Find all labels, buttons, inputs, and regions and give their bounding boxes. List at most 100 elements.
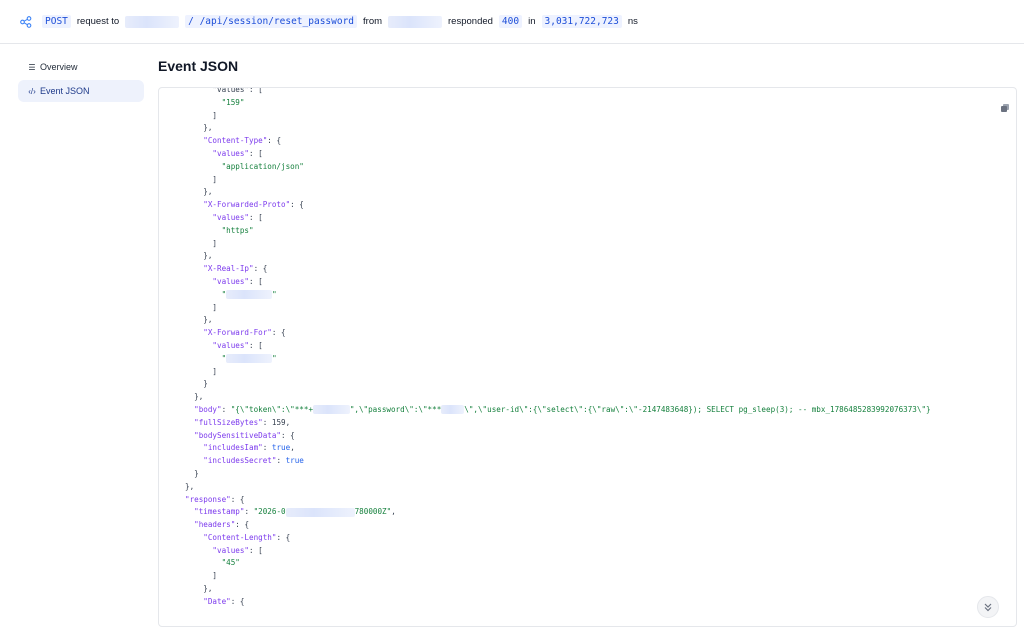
code-line: "45" [185, 557, 931, 570]
code-token: "values" [185, 212, 250, 222]
duration-unit: ns [627, 16, 638, 27]
code-token: true [285, 456, 304, 466]
code-token: true [271, 443, 291, 453]
code-token: : [ [249, 276, 263, 286]
code-line: }, [185, 250, 931, 263]
sidebar: ☰ Overview ‹/› Event JSON [18, 56, 144, 104]
json-code-panel[interactable]: "values": [ "159" ] }, "Content-Type": {… [158, 87, 1017, 627]
code-token: " [185, 353, 227, 363]
sidebar-item-overview[interactable]: ☰ Overview [18, 56, 144, 78]
code-token: "https" [185, 225, 254, 235]
redacted-value [285, 507, 355, 517]
code-line: "values": [ [185, 212, 931, 225]
code-token: : { [253, 264, 268, 274]
code-token: ] [185, 174, 218, 184]
code-token: " [185, 289, 227, 299]
code-line: "X-Real-Ip": { [185, 263, 931, 276]
code-line: ] [185, 238, 931, 251]
code-line: "values": [ [185, 148, 931, 161]
request-to-text: request to [76, 16, 120, 27]
redacted-host [125, 15, 180, 28]
code-token: "Content-Type" [185, 136, 268, 146]
code-icon: ‹/› [28, 86, 36, 96]
code-token: "X-Forwarded-Proto" [185, 200, 291, 210]
code-token: : [262, 417, 272, 427]
code-line: ] [185, 366, 931, 379]
request-path: / /api/session/reset_password [185, 15, 358, 28]
code-line: }, [185, 186, 931, 199]
code-line: "includesIam": true, [185, 442, 931, 455]
code-token: , [285, 417, 291, 427]
code-line: "values": [ [185, 340, 931, 353]
code-line: "body": "{\"token\":\"***+ ",\"password\"… [185, 404, 931, 417]
code-line: }, [185, 481, 931, 494]
page-title: Event JSON [158, 58, 239, 74]
code-token: , [391, 507, 396, 517]
code-token: }, [185, 481, 195, 491]
code-line: }, [185, 314, 931, 327]
code-token: "bodySensitiveData" [185, 430, 282, 440]
code-token: }, [185, 584, 213, 594]
code-token: "2026-0 [253, 507, 286, 517]
code-token: \",\"user-id\":{\"select\":{\"raw\":\"-2… [464, 404, 931, 414]
code-token: 780000Z" [354, 507, 392, 517]
code-token: }, [185, 392, 204, 402]
code-token: "headers" [185, 520, 236, 530]
code-token: "values" [185, 545, 250, 555]
status-code: 400 [498, 15, 523, 28]
code-line: " " [185, 353, 931, 366]
code-token: , [290, 443, 295, 453]
sidebar-item-event-json[interactable]: ‹/› Event JSON [18, 80, 144, 102]
code-token: : [ [249, 148, 263, 158]
code-token: "X-Real-Ip" [185, 264, 254, 274]
code-token: ] [185, 238, 218, 248]
code-token: "includesIam" [185, 443, 263, 453]
code-token: ] [185, 110, 218, 120]
code-token: "fullSizeBytes" [185, 417, 263, 427]
code-line: ] [185, 174, 931, 187]
code-line: "X-Forward-For": { [185, 327, 931, 340]
code-line: ] [185, 110, 931, 123]
http-method: POST [42, 15, 71, 28]
code-token: "Date" [185, 596, 231, 606]
code-token: ] [185, 302, 218, 312]
code-token: ] [185, 571, 218, 581]
code-token: "Content-Length" [185, 532, 277, 542]
code-line: "bodySensitiveData": { [185, 430, 931, 443]
code-line: }, [185, 122, 931, 135]
code-line: "Date": { [185, 596, 931, 609]
code-token: : { [290, 200, 304, 210]
code-token: ",\"password\":\"*** [349, 404, 442, 414]
code-line: } [185, 468, 931, 481]
code-line: }, [185, 583, 931, 596]
code-line: ] [185, 570, 931, 583]
redacted-source [388, 15, 443, 28]
code-token: "timestamp" [185, 507, 245, 517]
code-token: } [185, 379, 208, 389]
code-token: }, [185, 123, 213, 133]
redacted-value [313, 405, 350, 415]
code-token: : { [267, 136, 282, 146]
code-token: "{\"token\":\"***+ [230, 404, 314, 414]
json-code: "values": [ "159" ] }, "Content-Type": {… [185, 87, 931, 609]
scroll-to-bottom-button[interactable] [977, 596, 999, 618]
from-text: from [363, 16, 383, 27]
redacted-value [226, 354, 273, 364]
code-token: : { [276, 532, 291, 542]
code-token: : { [271, 328, 286, 338]
code-line: "application/json" [185, 161, 931, 174]
code-token: : [ [249, 545, 263, 555]
code-token: "values": [ [185, 87, 263, 94]
copy-icon[interactable] [1000, 100, 1010, 112]
code-line: "159" [185, 97, 931, 110]
code-token: " [272, 289, 277, 299]
code-line: "values": [ [185, 276, 931, 289]
code-line: "timestamp": "2026-0 780000Z", [185, 506, 931, 519]
in-text: in [528, 16, 536, 27]
code-token: ] [185, 366, 218, 376]
code-token: }, [185, 315, 213, 325]
code-token: : { [281, 430, 295, 440]
code-token: "application/json" [185, 161, 304, 171]
share-icon[interactable] [20, 15, 32, 28]
code-token: : [ [249, 340, 263, 350]
